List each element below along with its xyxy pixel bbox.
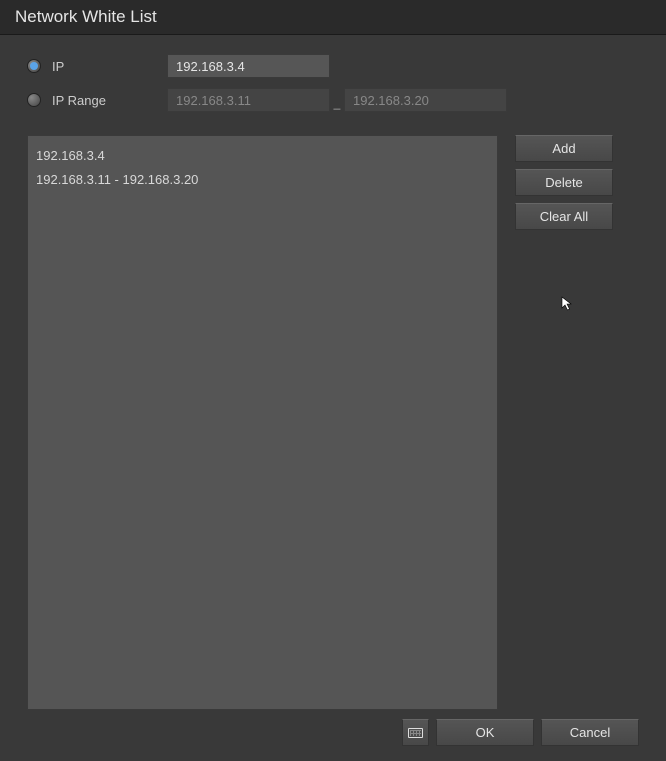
keyboard-button[interactable] xyxy=(402,719,429,746)
list-item[interactable]: 192.168.3.4 xyxy=(36,144,489,168)
ip-radio[interactable] xyxy=(27,59,41,73)
ok-button[interactable]: OK xyxy=(436,719,534,746)
ip-range-radio-label: IP Range xyxy=(52,93,167,108)
ip-input[interactable] xyxy=(167,54,330,78)
ip-range-end-input[interactable] xyxy=(344,88,507,112)
add-button[interactable]: Add xyxy=(515,135,613,162)
keyboard-icon xyxy=(408,728,423,738)
list-item[interactable]: 192.168.3.11 - 192.168.3.20 xyxy=(36,168,489,192)
footer-buttons: OK Cancel xyxy=(402,719,639,746)
clear-all-button[interactable]: Clear All xyxy=(515,203,613,230)
ip-range-row: IP Range _ xyxy=(27,83,639,117)
window-title: Network White List xyxy=(0,0,666,35)
main-area: 192.168.3.4 192.168.3.11 - 192.168.3.20 … xyxy=(27,135,639,710)
delete-button[interactable]: Delete xyxy=(515,169,613,196)
cancel-button[interactable]: Cancel xyxy=(541,719,639,746)
range-separator: _ xyxy=(330,96,344,110)
side-buttons: Add Delete Clear All xyxy=(515,135,613,710)
content-area: IP IP Range _ 192.168.3.4 192.168.3.11 -… xyxy=(0,35,666,720)
whitelist-listbox[interactable]: 192.168.3.4 192.168.3.11 - 192.168.3.20 xyxy=(27,135,498,710)
ip-row: IP xyxy=(27,49,639,83)
ip-range-radio[interactable] xyxy=(27,93,41,107)
ip-range-start-input[interactable] xyxy=(167,88,330,112)
ip-radio-label: IP xyxy=(52,59,167,74)
